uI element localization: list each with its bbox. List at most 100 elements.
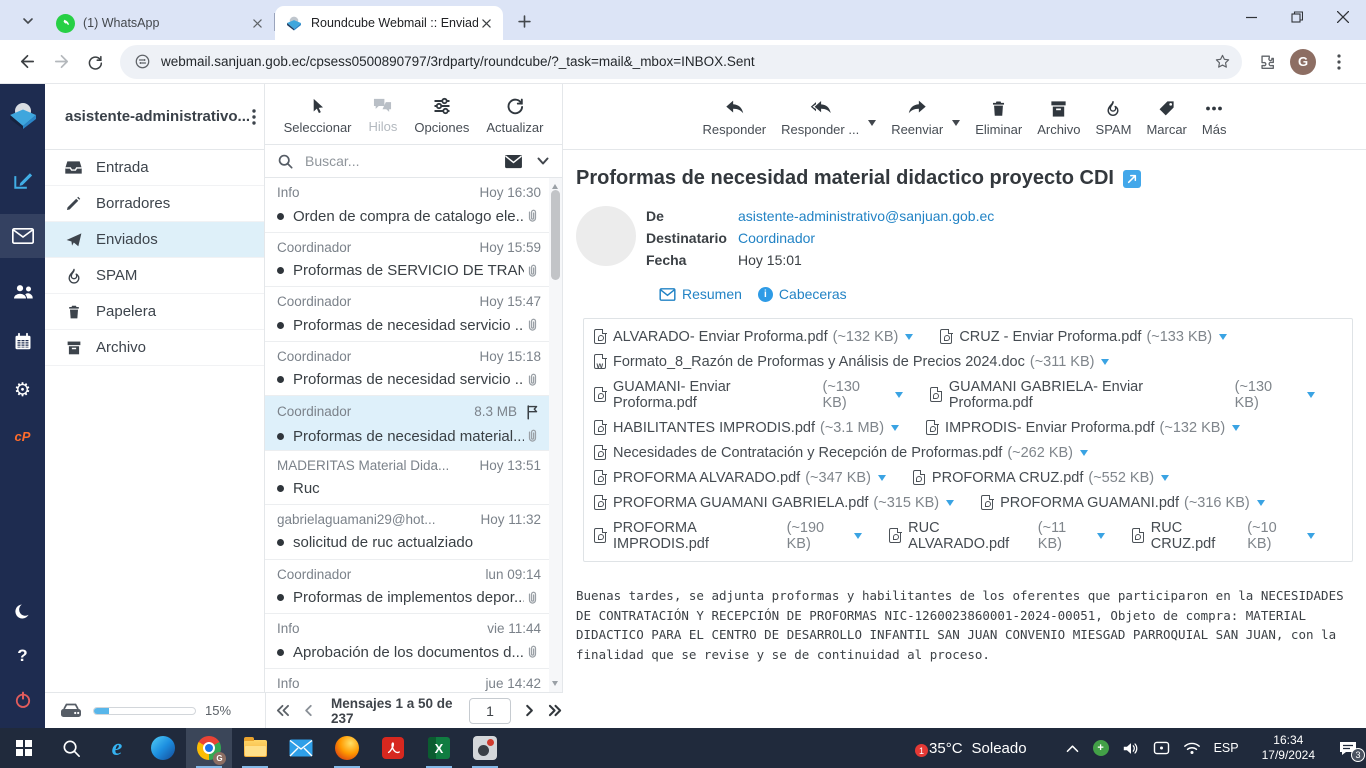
taskbar-acrobat[interactable]: [370, 728, 416, 768]
options-button[interactable]: Opciones: [414, 96, 469, 135]
message-row[interactable]: Coordinador Hoy 15:47 Proformas de necesi…: [265, 287, 549, 342]
search-input[interactable]: [303, 152, 504, 170]
rail-mail-button[interactable]: [0, 214, 45, 258]
window-close-button[interactable]: [1320, 0, 1366, 34]
attachment[interactable]: PROFORMA ALVARADO.pdf (~347 KB): [594, 469, 886, 486]
rail-help-button[interactable]: ?: [0, 636, 45, 676]
first-page-button[interactable]: [275, 704, 290, 717]
open-in-new-window-icon[interactable]: [1122, 169, 1141, 188]
flag-icon[interactable]: [524, 403, 541, 420]
reply-all-button[interactable]: Responder ...: [781, 99, 859, 137]
forward-button[interactable]: [44, 45, 78, 79]
rail-darkmode-button[interactable]: [0, 592, 45, 632]
attachment-menu-icon[interactable]: [1161, 475, 1170, 485]
last-page-button[interactable]: [548, 704, 563, 717]
attachment-menu-icon[interactable]: [1096, 533, 1105, 543]
bookmark-star-button[interactable]: [1208, 48, 1236, 76]
start-button[interactable]: [0, 728, 48, 768]
tab-search-button[interactable]: [14, 7, 42, 35]
search-scope-mail-icon[interactable]: [504, 154, 523, 169]
scroll-down-icon[interactable]: [552, 681, 558, 689]
taskbar-internet-explorer[interactable]: e: [94, 728, 140, 768]
new-tab-button[interactable]: [511, 8, 537, 34]
headers-link[interactable]: i Cabeceras: [757, 286, 847, 302]
taskbar-edge[interactable]: [140, 728, 186, 768]
taskbar-firefox[interactable]: [324, 728, 370, 768]
attachment[interactable]: HABILITANTES IMPRODIS.pdf (~3.1 MB): [594, 419, 900, 436]
rail-settings-button[interactable]: ⚙: [0, 370, 45, 410]
reload-button[interactable]: [78, 45, 112, 79]
extensions-button[interactable]: [1250, 45, 1284, 79]
reply-all-dropdown-icon[interactable]: [868, 119, 877, 130]
select-button[interactable]: Seleccionar: [284, 96, 352, 135]
next-page-button[interactable]: [522, 704, 537, 717]
back-button[interactable]: [10, 45, 44, 79]
message-row[interactable]: MADERITAS Material Dida... Hoy 13:51 Ruc: [265, 451, 549, 505]
summary-link[interactable]: Resumen: [659, 286, 742, 302]
list-scrollbar[interactable]: [549, 178, 562, 692]
refresh-button[interactable]: Actualizar: [486, 96, 543, 135]
folder-entrada[interactable]: Entrada: [45, 150, 264, 186]
attachment[interactable]: RUC ALVARADO.pdf (~11 KB): [889, 520, 1105, 552]
to-address-link[interactable]: Coordinador: [738, 230, 815, 246]
attachment[interactable]: Formato_8_Razón de Proformas y Análisis …: [594, 353, 1110, 370]
scrollbar-thumb[interactable]: [551, 190, 560, 280]
more-button[interactable]: Más: [1202, 99, 1226, 137]
message-row[interactable]: Info Hoy 16:30 Orden de compra de catalog…: [265, 178, 549, 233]
message-row[interactable]: gabrielaguamani29@hot... Hoy 11:32 solici…: [265, 505, 549, 560]
attachment-menu-icon[interactable]: [1219, 334, 1228, 344]
tab-close-icon[interactable]: [478, 15, 495, 32]
volume-icon[interactable]: [1122, 741, 1140, 756]
account-menu-button[interactable]: [252, 108, 256, 125]
attachment[interactable]: PROFORMA CRUZ.pdf (~552 KB): [912, 469, 1170, 486]
folder-archivo[interactable]: Archivo: [45, 330, 264, 366]
attachment-menu-icon[interactable]: [877, 475, 886, 485]
rail-cpanel-button[interactable]: cP: [0, 416, 45, 456]
rail-logout-button[interactable]: [0, 680, 45, 720]
attachment[interactable]: CRUZ - Enviar Proforma.pdf (~133 KB): [940, 328, 1228, 345]
window-minimize-button[interactable]: [1228, 0, 1274, 34]
taskbar-excel[interactable]: X: [416, 728, 462, 768]
forward-button[interactable]: Reenviar: [891, 99, 943, 137]
notification-center-button[interactable]: 3: [1338, 740, 1365, 762]
cast-icon[interactable]: [1153, 741, 1170, 755]
attachment[interactable]: ALVARADO- Enviar Proforma.pdf (~132 KB): [594, 328, 914, 345]
folder-borradores[interactable]: Borradores: [45, 186, 264, 222]
attachment-menu-icon[interactable]: [894, 392, 903, 402]
window-restore-button[interactable]: [1274, 0, 1320, 34]
page-input[interactable]: [469, 697, 512, 724]
message-row[interactable]: Coordinador Hoy 15:18 Proformas de necesi…: [265, 342, 549, 396]
language-indicator[interactable]: ESP: [1214, 741, 1239, 755]
message-row[interactable]: Coordinador Hoy 15:59 Proformas de SERVIC…: [265, 233, 549, 287]
folder-spam[interactable]: SPAM: [45, 258, 264, 294]
attachment[interactable]: RUC CRUZ.pdf (~10 KB): [1131, 520, 1316, 552]
scroll-up-icon[interactable]: [552, 181, 558, 189]
attachment[interactable]: PROFORMA IMPRODIS.pdf (~190 KB): [594, 520, 863, 552]
attachment-menu-icon[interactable]: [905, 334, 914, 344]
rail-compose-button[interactable]: [0, 160, 45, 200]
attachment-menu-icon[interactable]: [854, 533, 863, 543]
antivirus-tray-icon[interactable]: +: [1092, 740, 1109, 756]
attachment-menu-icon[interactable]: [1307, 533, 1316, 543]
taskbar-file-explorer[interactable]: [232, 728, 278, 768]
threads-button[interactable]: Hilos: [369, 96, 397, 134]
from-address-link[interactable]: asistente-administrativo@sanjuan.gob.ec: [738, 208, 994, 224]
spam-button[interactable]: SPAM: [1096, 99, 1131, 137]
message-row[interactable]: Info jue 14:42: [265, 669, 549, 693]
rail-calendar-button[interactable]: [0, 322, 45, 362]
address-bar[interactable]: webmail.sanjuan.gob.ec/cpsess0500890797/…: [120, 44, 1242, 79]
archive-button[interactable]: Archivo: [1037, 99, 1081, 137]
tab-close-icon[interactable]: [249, 15, 266, 32]
tab-whatsapp[interactable]: (1) WhatsApp: [46, 6, 274, 40]
delete-button[interactable]: Eliminar: [975, 99, 1022, 137]
attachment-menu-icon[interactable]: [1256, 500, 1265, 510]
taskbar-java-app[interactable]: [462, 728, 508, 768]
taskbar-search-button[interactable]: [48, 728, 94, 768]
message-row[interactable]: Info vie 11:44 Aprobación de los document…: [265, 614, 549, 669]
message-row-selected[interactable]: Coordinador 8.3 MB Proformas de necesidad…: [265, 396, 549, 451]
weather-widget[interactable]: 1 35°C Soleado: [915, 740, 1027, 757]
taskbar-clock[interactable]: 16:34 17/9/2024: [1262, 733, 1315, 763]
folder-enviados[interactable]: Enviados: [45, 222, 264, 258]
attachment-menu-icon[interactable]: [891, 425, 900, 435]
mark-button[interactable]: Marcar: [1146, 99, 1187, 137]
